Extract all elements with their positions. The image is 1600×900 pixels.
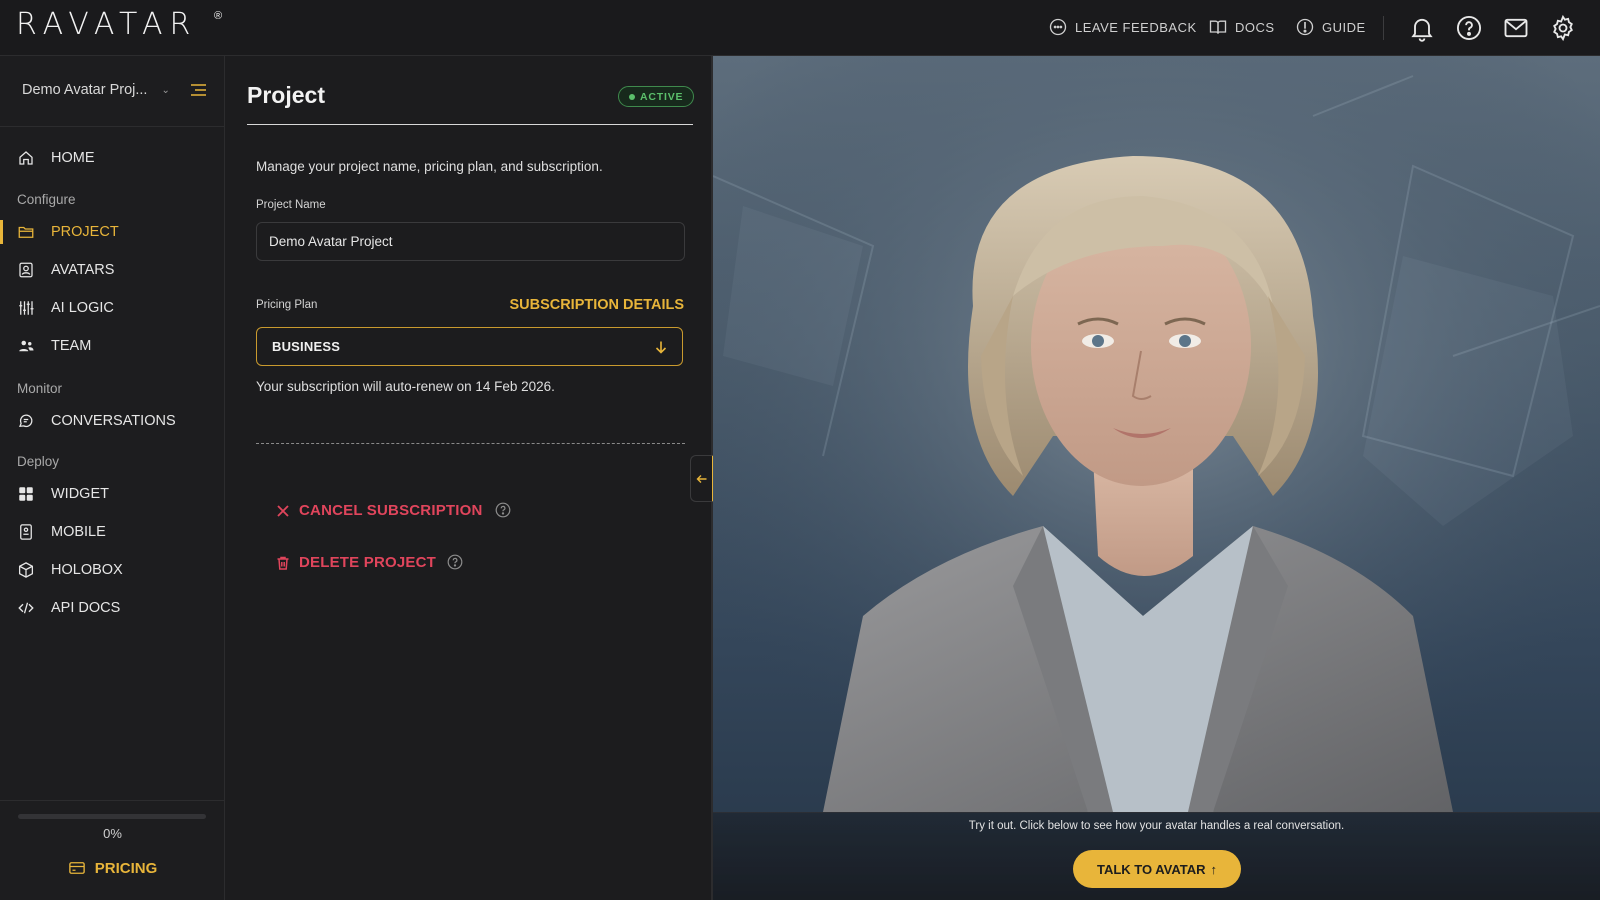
compass-icon — [1296, 18, 1314, 36]
cube-icon — [18, 562, 34, 578]
messages-button[interactable] — [1502, 14, 1530, 42]
help-icon — [1456, 15, 1482, 41]
chat-icon — [19, 414, 33, 428]
cancel-subscription-label: CANCEL SUBSCRIPTION — [299, 502, 483, 519]
pricing-plan-value: BUSINESS — [272, 339, 341, 354]
avatar-image — [713, 56, 1600, 812]
sidebar-item-label: HOLOBOX — [51, 562, 123, 578]
leave-feedback-link[interactable]: LEAVE FEEDBACK — [1048, 17, 1197, 37]
talk-to-avatar-label: TALK TO AVATAR — [1096, 861, 1206, 877]
book-icon — [1209, 20, 1227, 34]
chevron-down-icon: ⌄ — [161, 84, 170, 96]
sidebar-item-holobox[interactable]: HOLOBOX — [0, 554, 225, 586]
sidebar-item-label: CONVERSATIONS — [51, 413, 176, 429]
delete-project-button[interactable]: DELETE PROJECT — [275, 554, 436, 571]
close-icon — [277, 504, 289, 517]
sidebar-group-monitor: Monitor — [17, 381, 63, 396]
sidebar-item-label: MOBILE — [51, 524, 106, 540]
sidebar-bottom-divider — [0, 800, 225, 801]
sidebar-item-team[interactable]: TEAM — [0, 330, 225, 362]
team-icon — [19, 340, 34, 352]
sidebar-item-label: API DOCS — [51, 600, 121, 616]
collapse-panel-button[interactable] — [690, 455, 714, 502]
preview-hint: Try it out. Click below to see how your … — [968, 820, 1345, 832]
title-divider — [247, 124, 693, 125]
menu-icon[interactable] — [190, 83, 207, 97]
home-icon — [19, 151, 33, 165]
sidebar-item-label: AI LOGIC — [51, 300, 114, 316]
project-name-input[interactable] — [256, 222, 685, 261]
sidebar-item-label: PROJECT — [51, 224, 119, 240]
help-button[interactable] — [1455, 14, 1483, 42]
pricing-label: PRICING — [94, 859, 158, 877]
talk-to-avatar-button[interactable]: TALK TO AVATAR ↑ — [1073, 850, 1241, 888]
trash-icon — [277, 556, 289, 570]
sidebar-item-avatars[interactable]: AVATARS — [0, 254, 225, 286]
mobile-icon — [20, 524, 32, 540]
subscription-details-link[interactable]: SUBSCRIPTION DETAILS — [502, 297, 684, 313]
sidebar-divider — [0, 126, 225, 127]
top-bar-divider — [1383, 16, 1384, 40]
sliders-icon — [19, 301, 34, 315]
docs-label: DOCS — [1235, 19, 1275, 35]
danger-zone-divider — [256, 443, 685, 444]
project-panel: Project ACTIVE Manage your project name,… — [225, 56, 713, 900]
arrow-up-icon: ↑ — [1210, 861, 1218, 877]
sidebar-item-conversations[interactable]: CONVERSATIONS — [0, 405, 225, 437]
bell-icon — [1411, 18, 1433, 42]
cancel-help-icon[interactable] — [495, 502, 511, 518]
auto-renew-note: Your subscription will auto-renew on 14 … — [256, 379, 555, 394]
mail-icon — [1504, 18, 1528, 38]
docs-link[interactable]: DOCS — [1208, 17, 1275, 37]
panel-description: Manage your project name, pricing plan, … — [256, 159, 603, 174]
sidebar-item-label: WIDGET — [51, 486, 109, 502]
sidebar-item-api-docs[interactable]: API DOCS — [0, 592, 225, 624]
sidebar-item-project[interactable]: PROJECT — [0, 216, 225, 248]
code-icon — [18, 602, 34, 614]
usage-progress-bar — [18, 814, 206, 819]
avatar-preview: Try it out. Click below to see how your … — [713, 56, 1600, 900]
pricing-button[interactable]: PRICING — [0, 859, 225, 877]
delete-help-icon[interactable] — [447, 554, 463, 570]
sidebar-item-widget[interactable]: WIDGET — [0, 478, 225, 510]
cancel-subscription-button[interactable]: CANCEL SUBSCRIPTION — [275, 502, 483, 519]
top-bar: RAVATAR ® LEAVE FEEDBACK DOCS GUIDE — [0, 0, 1600, 56]
pricing-plan-label: Pricing Plan — [256, 299, 318, 311]
sidebar-item-label: AVATARS — [51, 262, 115, 278]
notifications-button[interactable] — [1408, 14, 1436, 42]
sidebar-item-label: HOME — [51, 150, 95, 166]
sidebar-item-label: TEAM — [51, 338, 92, 354]
logo-registered-mark: ® — [214, 10, 223, 22]
project-name-label: Project Name — [256, 199, 326, 211]
project-selector-label: Demo Avatar Proj... — [22, 82, 148, 98]
leave-feedback-label: LEAVE FEEDBACK — [1075, 19, 1197, 35]
sidebar-item-home[interactable]: HOME — [0, 142, 225, 174]
usage-progress-label: 0% — [103, 826, 122, 841]
logo[interactable]: RAVATAR — [16, 7, 197, 42]
sidebar: Demo Avatar Proj... ⌄ HOME Configure PRO… — [0, 56, 225, 900]
guide-link[interactable]: GUIDE — [1295, 17, 1366, 37]
status-badge: ACTIVE — [618, 86, 695, 107]
sidebar-item-mobile[interactable]: MOBILE — [0, 516, 225, 548]
status-badge-label: ACTIVE — [640, 90, 684, 103]
page-title: Project — [247, 82, 325, 108]
sidebar-group-configure: Configure — [17, 192, 76, 207]
credit-card-icon — [68, 862, 85, 874]
grid-icon — [19, 487, 33, 501]
delete-project-label: DELETE PROJECT — [299, 554, 436, 571]
avatar-icon — [19, 262, 33, 278]
feedback-icon — [1049, 18, 1067, 36]
sidebar-item-ai-logic[interactable]: AI LOGIC — [0, 292, 225, 324]
arrow-down-icon — [655, 341, 667, 354]
project-selector[interactable]: Demo Avatar Proj... ⌄ — [22, 82, 170, 98]
settings-button[interactable] — [1549, 14, 1577, 42]
sidebar-group-deploy: Deploy — [17, 454, 60, 469]
guide-label: GUIDE — [1322, 19, 1366, 35]
gear-icon — [1553, 14, 1573, 42]
arrow-left-icon — [696, 474, 706, 483]
folder-icon — [18, 226, 34, 238]
status-dot — [629, 93, 635, 100]
pricing-plan-select[interactable]: BUSINESS — [256, 327, 683, 366]
